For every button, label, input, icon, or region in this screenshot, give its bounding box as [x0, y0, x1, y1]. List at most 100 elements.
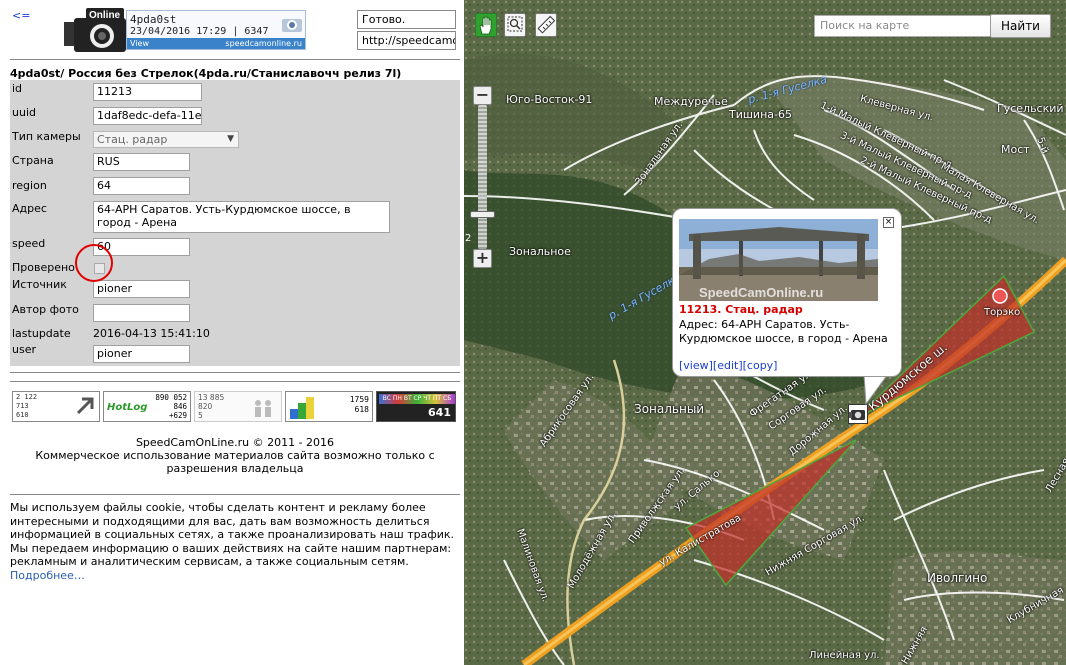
online-logo: Online — [64, 8, 126, 52]
region-input[interactable]: 64 — [93, 177, 190, 195]
popup-links: [view][edit][copy] — [679, 359, 777, 372]
counter-1[interactable]: 2 122 713 610 — [12, 391, 100, 422]
lastupdate-label: lastupdate — [12, 327, 71, 340]
map-label: Линейная ул. — [809, 650, 880, 661]
uuid-input[interactable]: 1daf8edc-defa-11e4 — [93, 107, 202, 125]
zoom-out-button[interactable]: − — [473, 86, 492, 105]
zoom-in-button[interactable]: + — [473, 249, 492, 268]
uuid-label: uuid — [12, 106, 36, 119]
user-nickname: 4pda0st — [130, 13, 177, 26]
speed-label: speed — [12, 237, 46, 250]
camera-logo-icon: Online — [64, 8, 126, 52]
edit-link[interactable]: [edit] — [713, 359, 743, 372]
address-textarea[interactable]: 64-АРН Саратов. Усть-Курдюмское шоссе, в… — [93, 201, 390, 233]
ruler-icon — [537, 15, 556, 34]
copy-link[interactable]: [copy] — [743, 359, 778, 372]
country-label: Страна — [12, 154, 54, 167]
camtype-select[interactable]: Стац. радар ▼ — [93, 131, 239, 148]
cookie-more-link[interactable]: Подробнее… — [10, 569, 85, 582]
satellite-map[interactable]: Юго-Восток-91 Междуречье Тишина-65 р. 1-… — [464, 0, 1066, 665]
id-input[interactable]: 11213 — [93, 83, 202, 101]
view-link[interactable]: [view] — [679, 359, 713, 372]
map-label: Междуречье — [654, 95, 728, 108]
map-label: Зональное — [509, 245, 571, 258]
country-input[interactable]: RUS — [93, 153, 190, 171]
zoom-slider[interactable] — [478, 105, 487, 249]
camera-form: id 11213 uuid 1daf8edc-defa-11e4 Тип кам… — [10, 80, 460, 366]
popup-title: 11213. Стац. радар — [679, 303, 803, 316]
counter-3[interactable]: 13 885 820 5 — [194, 391, 282, 422]
zoom-slider-thumb[interactable] — [470, 211, 495, 218]
zoom-box-button[interactable] — [504, 13, 526, 37]
map-label: Мост — [1001, 143, 1030, 156]
popup-close-button[interactable]: × — [883, 217, 894, 228]
camera-marker[interactable] — [848, 404, 868, 424]
divider — [10, 372, 460, 373]
map-label: Юго-Восток-91 — [506, 93, 593, 106]
lastupdate-value: 2016-04-13 15:41:10 — [93, 327, 210, 340]
camera-photo-image: SpeedCamOnline.ru — [679, 219, 878, 301]
map-search-button[interactable]: Найти — [990, 14, 1051, 38]
commercial-notice: Коммерческое использование материалов са… — [35, 449, 435, 475]
hotlog-brand: HotLog — [107, 402, 148, 413]
camera-popup: SpeedCamOnline.ru × 11213. Стац. радар А… — [672, 208, 902, 377]
map-label: Иволгино — [927, 571, 988, 585]
chevron-down-icon: ▼ — [227, 134, 234, 144]
camera-icon — [849, 410, 865, 420]
camtype-label: Тип камеры — [12, 130, 81, 143]
zoom-level: 2 — [465, 233, 472, 244]
camera-card-title: 4pda0st/ Россия без Стрелок(4pda.ru/Стан… — [10, 67, 402, 80]
people-icon — [255, 400, 271, 417]
map-label: Торэко — [984, 307, 1021, 318]
arrow-up-right-icon — [76, 397, 94, 415]
highlight-circle — [75, 244, 113, 282]
map-label: Гусельский — [997, 102, 1064, 115]
popup-address: Адрес: 64-АРН Саратов. Усть-Курдюмское ш… — [679, 318, 888, 345]
camtype-value: Стац. радар — [97, 133, 168, 146]
back-link[interactable]: <= — [12, 9, 30, 22]
counter-4[interactable]: 1759 618 — [285, 391, 373, 422]
user-input[interactable]: pioner — [93, 345, 190, 363]
address-label: Адрес — [12, 202, 47, 215]
photo-author-input[interactable] — [93, 304, 190, 322]
user-label: user — [12, 343, 36, 356]
photo-author-label: Автор фото — [12, 303, 79, 316]
source-input[interactable]: pioner — [93, 280, 190, 298]
id-label: id — [12, 82, 23, 95]
photo-watermark: SpeedCamOnline.ru — [699, 285, 823, 300]
site-label: speedcamonline.ru — [225, 39, 302, 48]
divider — [10, 494, 460, 495]
cookie-notice: Мы используем файлы cookie, чтобы сделат… — [10, 501, 464, 582]
camera-info-panel: <= Online 4pda0st 23/04/2016 17:29 | 634… — [0, 0, 464, 665]
user-badge-strip: View speedcamonline.ru — [127, 38, 305, 49]
status-field: Готово. — [357, 10, 456, 29]
camera-icon — [282, 19, 302, 32]
map-label: Тишина-65 — [729, 108, 792, 121]
camera-photo[interactable]: SpeedCamOnline.ru — [679, 219, 878, 301]
popup-pointer — [863, 374, 889, 406]
footer: SpeedCamOnLine.ru © 2011 - 2016 Коммерче… — [10, 436, 460, 475]
counter-liveinternet[interactable]: ВС ПН ВТ СР ЧТ ПТ СБ 641 — [376, 391, 456, 422]
map-label: Зональный — [634, 402, 705, 416]
counter-value: 641 — [428, 406, 451, 419]
pan-tool-button[interactable] — [475, 13, 497, 37]
divider — [10, 381, 460, 382]
source-label: Источник — [12, 278, 67, 291]
divider — [10, 59, 460, 60]
map-search-input[interactable]: Поиск на карте — [814, 15, 991, 37]
copyright: SpeedCamOnLine.ru © 2011 - 2016 — [135, 436, 335, 449]
url-field[interactable]: http://speedcamon — [357, 31, 456, 50]
logo-word: Online — [89, 10, 121, 21]
counter-hotlog[interactable]: HotLog 890 052 846 +629 — [103, 391, 191, 422]
checked-label: Проверено — [12, 261, 75, 274]
ruler-button[interactable] — [535, 13, 557, 37]
zoom-rect-icon — [507, 16, 523, 32]
user-badge[interactable]: 4pda0st 23/04/2016 17:29 | 6347 View spe… — [126, 10, 306, 50]
week-days: ВС ПН ВТ СР ЧТ ПТ СБ — [379, 394, 455, 404]
hand-icon — [479, 16, 492, 35]
cookie-text: Мы используем файлы cookie, чтобы сделат… — [10, 501, 455, 568]
chart-icon — [290, 397, 314, 419]
view-label: View — [130, 39, 149, 48]
user-meta: 23/04/2016 17:29 | 6347 — [130, 26, 269, 37]
region-label: region — [12, 179, 47, 192]
